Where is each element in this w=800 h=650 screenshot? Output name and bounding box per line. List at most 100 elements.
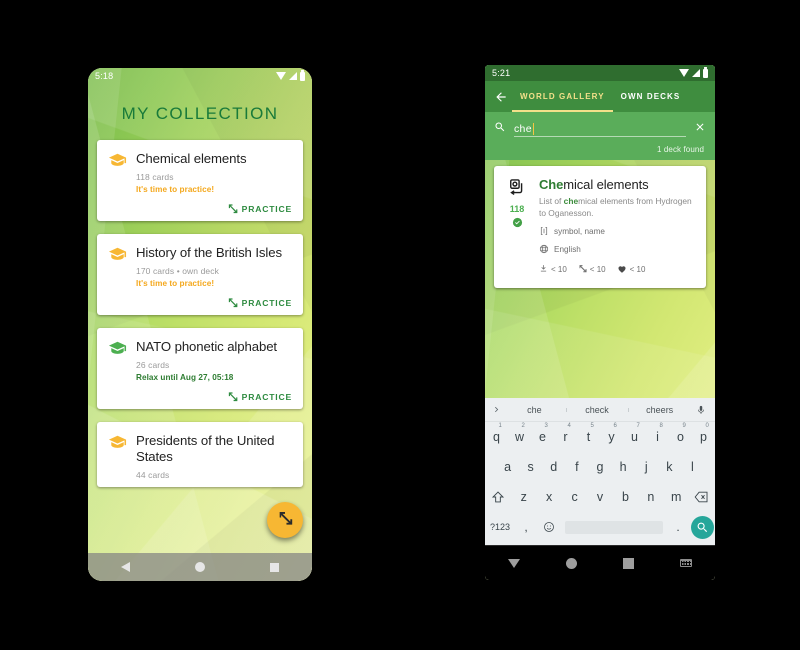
spacebar[interactable] bbox=[565, 520, 663, 534]
key-comma[interactable]: , bbox=[515, 520, 537, 534]
home-icon[interactable] bbox=[194, 562, 205, 572]
tab-own-decks[interactable]: OWN DECKS bbox=[613, 81, 689, 112]
fields-row: symbol, name bbox=[539, 226, 695, 238]
key-b[interactable]: b bbox=[613, 490, 638, 504]
key-p[interactable]: 0p bbox=[692, 423, 715, 444]
deck-found-count: 1 deck found bbox=[656, 145, 704, 154]
backspace-icon[interactable] bbox=[689, 491, 715, 503]
phone-left-my-collection: 5:18 MY COLLECTION Chemical elements 118… bbox=[88, 68, 312, 581]
key-y[interactable]: 6y bbox=[600, 423, 623, 444]
status-icons bbox=[679, 67, 708, 78]
deck-body: Chemical elements 118 cards It's time to… bbox=[136, 151, 292, 214]
keyboard-row-2: a s d f g h j k l bbox=[485, 452, 715, 482]
key-hint: 4 bbox=[567, 423, 571, 429]
search-input[interactable]: che bbox=[514, 122, 686, 137]
recents-icon[interactable] bbox=[270, 562, 280, 572]
deck-status: Relax until Aug 27, 05:18 bbox=[136, 373, 234, 383]
key-hint: 1 bbox=[498, 423, 502, 429]
fields-value: symbol, name bbox=[554, 227, 605, 237]
key-h[interactable]: h bbox=[612, 460, 635, 474]
practice-button[interactable]: PRACTICE bbox=[136, 391, 292, 402]
key-v[interactable]: v bbox=[587, 490, 612, 504]
search-key[interactable] bbox=[689, 515, 715, 539]
key-x[interactable]: x bbox=[536, 490, 561, 504]
key-g[interactable]: g bbox=[588, 460, 611, 474]
key-z[interactable]: z bbox=[511, 490, 536, 504]
key-label: e bbox=[539, 430, 546, 444]
emoji-icon[interactable] bbox=[537, 521, 561, 533]
practice-button[interactable]: PRACTICE bbox=[136, 203, 292, 214]
key-hint: 7 bbox=[636, 423, 640, 429]
key-hint: 0 bbox=[705, 423, 709, 429]
practice-button[interactable]: PRACTICE bbox=[136, 297, 292, 308]
key-l[interactable]: l bbox=[681, 460, 704, 474]
result-card-count: 118 bbox=[509, 204, 525, 214]
key-e[interactable]: 3e bbox=[531, 423, 554, 444]
key-s[interactable]: s bbox=[519, 460, 542, 474]
suggestion-1[interactable]: check bbox=[565, 405, 629, 415]
key-label: r bbox=[563, 430, 568, 444]
tab-world-gallery[interactable]: WORLD GALLERY bbox=[512, 81, 613, 112]
desc-pre: List of bbox=[539, 196, 564, 206]
result-title-highlight: Che bbox=[539, 177, 564, 192]
phone-right-world-gallery: 5:21 WORLD GALLERY OWN DECKS che 1 deck … bbox=[485, 65, 715, 580]
key-period[interactable]: . bbox=[667, 520, 689, 534]
key-k[interactable]: k bbox=[658, 460, 681, 474]
key-a[interactable]: a bbox=[496, 460, 519, 474]
key-hint: 3 bbox=[544, 423, 548, 429]
deck-card-nato-phonetic-alphabet[interactable]: NATO phonetic alphabet 26 cards Relax un… bbox=[97, 328, 303, 410]
key-w[interactable]: 2w bbox=[508, 423, 531, 444]
status-time: 5:18 bbox=[95, 71, 114, 81]
practice-fab[interactable] bbox=[267, 502, 303, 538]
close-icon[interactable] bbox=[694, 120, 706, 138]
practice-button-label: PRACTICE bbox=[241, 203, 292, 214]
graduation-cap-icon bbox=[108, 433, 127, 480]
key-label: y bbox=[608, 430, 615, 444]
signal-icon bbox=[289, 72, 297, 80]
deck-card-history-british-isles[interactable]: History of the British Isles 170 cards •… bbox=[97, 234, 303, 316]
key-q[interactable]: 1q bbox=[485, 423, 508, 444]
graduation-cap-icon bbox=[108, 339, 127, 402]
key-r[interactable]: 4r bbox=[554, 423, 577, 444]
back-arrow-icon[interactable] bbox=[490, 90, 512, 104]
suggestion-0[interactable]: che bbox=[503, 405, 566, 415]
suggestion-strip: che check cheers bbox=[485, 398, 715, 422]
key-f[interactable]: f bbox=[565, 460, 588, 474]
dismiss-keyboard-icon[interactable] bbox=[508, 558, 520, 568]
brackets-icon bbox=[539, 226, 549, 238]
chevron-right-icon[interactable] bbox=[489, 401, 503, 419]
text-cursor bbox=[532, 122, 535, 135]
deck-title: History of the British Isles bbox=[136, 245, 282, 261]
deck-result-card-chemical-elements[interactable]: 118 Chemical elements List of chemical e… bbox=[494, 166, 706, 288]
key-label: i bbox=[656, 430, 659, 444]
home-icon[interactable] bbox=[566, 557, 577, 569]
result-left-column: 118 bbox=[504, 177, 530, 276]
key-t[interactable]: 5t bbox=[577, 423, 600, 444]
recents-icon[interactable] bbox=[623, 557, 634, 569]
shift-icon[interactable] bbox=[485, 490, 511, 504]
search-icon bbox=[690, 515, 714, 539]
suggestion-2[interactable]: cheers bbox=[628, 405, 691, 415]
search-bar: che 1 deck found bbox=[485, 112, 715, 160]
stat-likes: < 10 bbox=[617, 264, 645, 276]
signal-icon bbox=[692, 69, 700, 77]
symbols-key[interactable]: ?123 bbox=[485, 522, 515, 532]
back-icon[interactable] bbox=[120, 562, 130, 572]
stats-row: < 10 < 10 < 10 bbox=[539, 264, 695, 276]
deck-card-presidents-united-states[interactable]: Presidents of the United States 44 cards bbox=[97, 422, 303, 488]
key-c[interactable]: c bbox=[562, 490, 587, 504]
key-n[interactable]: n bbox=[638, 490, 663, 504]
key-d[interactable]: d bbox=[542, 460, 565, 474]
language-value: English bbox=[554, 245, 581, 255]
key-i[interactable]: 8i bbox=[646, 423, 669, 444]
key-label: o bbox=[677, 430, 684, 444]
battery-icon bbox=[300, 70, 305, 81]
language-row: English bbox=[539, 244, 695, 256]
key-j[interactable]: j bbox=[635, 460, 658, 474]
result-title: Chemical elements bbox=[539, 177, 695, 192]
key-m[interactable]: m bbox=[664, 490, 689, 504]
microphone-icon[interactable] bbox=[691, 404, 711, 416]
deck-card-chemical-elements[interactable]: Chemical elements 118 cards It's time to… bbox=[97, 140, 303, 222]
key-o[interactable]: 9o bbox=[669, 423, 692, 444]
key-u[interactable]: 7u bbox=[623, 423, 646, 444]
